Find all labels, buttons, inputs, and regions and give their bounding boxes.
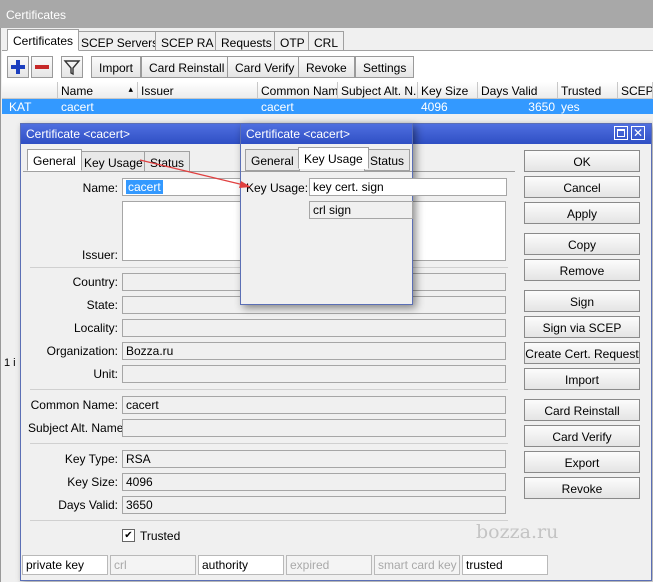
export-button[interactable]: Export [524, 451, 640, 473]
cancel-button[interactable]: Cancel [524, 176, 640, 198]
status-smart-card-key: smart card key [374, 555, 460, 575]
column-header-trusted[interactable]: Trusted [558, 82, 618, 99]
import-button[interactable]: Import [91, 56, 142, 78]
create-cert-request-button[interactable]: Create Cert. Request [524, 342, 640, 364]
unit-field[interactable] [122, 365, 506, 383]
separator [30, 443, 508, 444]
row-common-name: cacert [261, 100, 294, 114]
status-private-key: private key [22, 555, 108, 575]
status-trusted: trusted [462, 555, 548, 575]
state-label: State: [86, 298, 118, 312]
sign-button[interactable]: Sign [524, 290, 640, 312]
trusted-checkbox[interactable]: ✔ [122, 529, 135, 542]
column-header-common-name[interactable]: Common Name [258, 82, 338, 99]
ok-button[interactable]: OK [524, 150, 640, 172]
tab-certificates[interactable]: Certificates [7, 29, 80, 51]
days-valid-label: Days Valid: [58, 498, 118, 512]
row-days-valid: 3650 [528, 100, 555, 114]
row-name: cacert [61, 100, 94, 114]
column-header-key-size[interactable]: Key Size [418, 82, 478, 99]
popup-tab-status[interactable]: Status [364, 149, 411, 171]
status-authority: authority [198, 555, 284, 575]
key-size-label: Key Size: [67, 475, 118, 489]
subject-alt-name-label: Subject Alt. Name: [28, 421, 127, 435]
remove-button[interactable] [31, 56, 53, 78]
close-button[interactable]: ✕ [631, 126, 645, 140]
column-header-days-valid[interactable]: Days Valid [478, 82, 558, 99]
plus-icon [11, 60, 25, 74]
separator [30, 389, 508, 390]
add-button[interactable] [7, 56, 29, 78]
name-label: Name: [82, 181, 118, 195]
revoke-button[interactable]: Revoke [524, 477, 640, 499]
sign-via-scep-button[interactable]: Sign via SCEP [524, 316, 640, 338]
days-valid-field[interactable]: 3650 [122, 496, 506, 514]
remove-button[interactable]: Remove [524, 259, 640, 281]
settings-button[interactable]: Settings [355, 56, 415, 78]
common-name-field[interactable]: cacert [122, 396, 506, 414]
key-size-field[interactable]: 4096 [122, 473, 506, 491]
column-header-name[interactable]: Name ▴ [58, 82, 138, 99]
column-header-scep[interactable]: SCEP [618, 82, 653, 99]
row-trusted: yes [561, 100, 580, 114]
common-name-label: Common Name: [30, 398, 118, 412]
column-header-issuer[interactable]: Issuer [138, 82, 258, 99]
column-header-flags[interactable] [2, 82, 58, 99]
organization-label: Organization: [46, 344, 118, 358]
card-reinstall-button[interactable]: Card Reinstall [141, 56, 233, 78]
subject-alt-name-field[interactable] [122, 419, 506, 437]
popup-tab-key-usage[interactable]: Key Usage [298, 147, 369, 169]
key-usage-popup-title: Certificate <cacert> [241, 124, 412, 144]
maximize-button[interactable] [614, 126, 628, 140]
minus-icon [35, 65, 49, 69]
annotation-arrow-icon [139, 159, 251, 188]
key-usage-select[interactable]: crl sign [309, 201, 413, 219]
country-label: Country: [72, 275, 118, 289]
dialog-tab-general[interactable]: General [27, 149, 82, 171]
copy-button[interactable]: Copy [524, 233, 640, 255]
separator [30, 520, 508, 521]
card-verify-button[interactable]: Card Verify [227, 56, 303, 78]
key-type-field[interactable]: RSA [122, 450, 506, 468]
close-icon: ✕ [632, 126, 644, 140]
locality-label: Locality: [73, 321, 118, 335]
sort-arrow-icon: ▴ [128, 84, 133, 94]
status-crl: crl [110, 555, 196, 575]
row-flags: KAT [9, 100, 32, 114]
revoke-button[interactable]: Revoke [298, 56, 355, 78]
filter-icon [63, 60, 81, 76]
filter-button[interactable] [61, 56, 83, 78]
status-expired: expired [286, 555, 372, 575]
key-type-label: Key Type: [64, 452, 118, 466]
row-key-size: 4096 [421, 100, 448, 114]
column-header-name-label: Name [61, 84, 94, 98]
apply-button[interactable]: Apply [524, 202, 640, 224]
import-button[interactable]: Import [524, 368, 640, 390]
maximize-icon [617, 129, 625, 137]
organization-field[interactable]: Bozza.ru [122, 342, 506, 360]
watermark: bozza.ru [476, 521, 559, 543]
card-verify-button[interactable]: Card Verify [524, 425, 640, 447]
unit-label: Unit: [93, 367, 118, 381]
main-window-title: Certificates [0, 0, 653, 28]
trusted-label: Trusted [140, 529, 181, 543]
key-usage-select[interactable]: key cert. sign [309, 178, 507, 196]
locality-field[interactable] [122, 319, 506, 337]
table-footer-count: 1 i [4, 357, 16, 369]
issuer-label: Issuer: [81, 248, 118, 262]
column-header-subject-alt[interactable]: Subject Alt. N... [338, 82, 418, 99]
card-reinstall-button[interactable]: Card Reinstall [524, 399, 640, 421]
